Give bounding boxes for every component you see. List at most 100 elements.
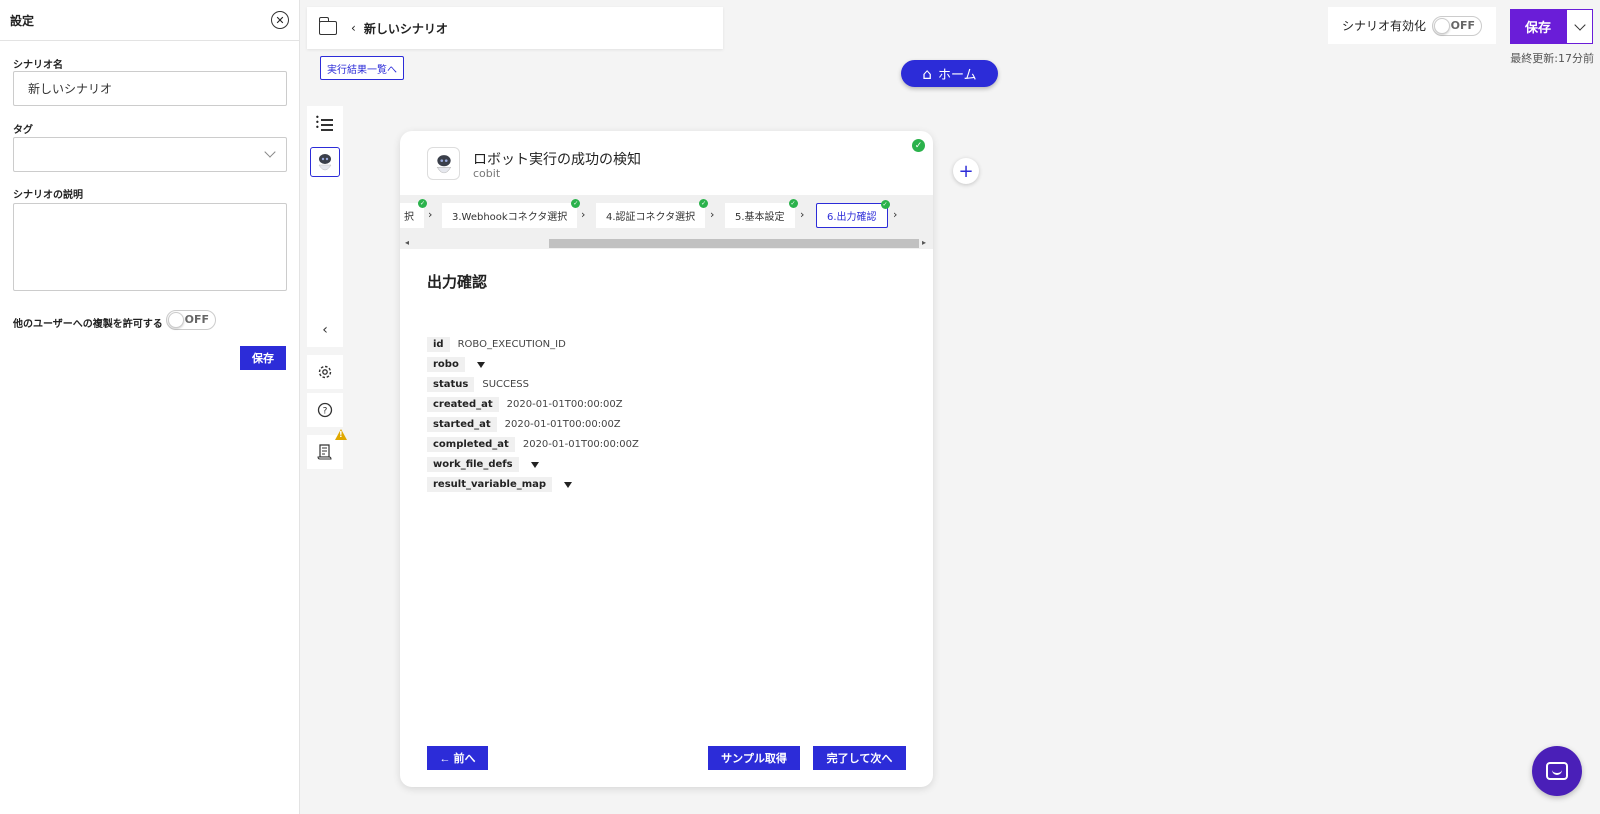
side-toolbar <box>307 106 343 346</box>
scenario-enable: シナリオ有効化 OFF <box>1328 7 1496 44</box>
field-key: result_variable_map <box>427 477 553 492</box>
field-value: 2020-01-01T00:00:00Z <box>522 439 639 450</box>
chevron-right-icon: › <box>428 208 433 221</box>
enable-toggle[interactable]: OFF <box>1432 16 1482 36</box>
caret-down-icon[interactable] <box>564 481 573 488</box>
save-split-button: 保存 <box>1510 9 1593 44</box>
settings-save-button[interactable]: 保存 <box>240 346 286 370</box>
list-icon <box>315 115 333 131</box>
gear-icon <box>318 365 332 379</box>
settings-button[interactable] <box>307 355 343 389</box>
step-label: 5.基本設定 <box>735 212 785 223</box>
chevron-left-icon: ‹ <box>322 322 328 338</box>
step-item[interactable]: 択 ✓ <box>400 199 427 228</box>
field-key: completed_at <box>427 437 515 452</box>
home-button[interactable]: ⌂ ホーム <box>901 60 998 87</box>
scenario-name-input[interactable] <box>13 71 287 106</box>
scroll-right-icon[interactable]: ▸ <box>922 238 926 247</box>
field-key: status <box>427 377 475 392</box>
field-row: started_at 2020-01-01T00:00:00Z <box>427 417 621 432</box>
chevron-right-icon: › <box>800 208 805 221</box>
close-icon[interactable]: ✕ <box>271 11 289 29</box>
folder-icon[interactable] <box>318 17 337 35</box>
field-row[interactable]: robo <box>427 357 485 372</box>
field-row: created_at 2020-01-01T00:00:00Z <box>427 397 623 412</box>
toggle-knob <box>168 312 184 328</box>
step-card: ✓ ロボット実行の成功の検知 cobit 択 ✓ › 3.Webhookコネクタ… <box>400 131 933 787</box>
output-heading: 出力確認 <box>427 273 488 291</box>
chevron-down-icon <box>264 146 276 158</box>
field-row[interactable]: work_file_defs <box>427 457 539 472</box>
toggle-state: OFF <box>1450 19 1475 32</box>
field-row: id ROBO_EXECUTION_ID <box>427 337 566 352</box>
field-row: status SUCCESS <box>427 377 529 392</box>
chevron-right-icon: › <box>710 208 715 221</box>
step-label: 6.出力確認 <box>827 212 877 223</box>
scenario-title: 新しいシナリオ <box>363 21 448 36</box>
save-options-button[interactable] <box>1566 9 1593 44</box>
check-icon: ✓ <box>571 199 581 208</box>
step-item-active[interactable]: 6.出力確認 ✓ <box>816 200 890 228</box>
field-row[interactable]: result_variable_map <box>427 477 573 492</box>
warning-icon <box>335 429 347 440</box>
step-label: 3.Webhookコネクタ選択 <box>452 212 568 223</box>
field-key: created_at <box>427 397 499 412</box>
description-textarea[interactable] <box>13 203 287 291</box>
robot-step-thumb[interactable] <box>310 147 340 177</box>
chevron-right-icon: › <box>893 208 898 221</box>
field-value: 2020-01-01T00:00:00Z <box>504 419 621 430</box>
chat-button[interactable] <box>1532 746 1582 796</box>
tag-select[interactable] <box>13 137 287 172</box>
step-item[interactable]: 5.基本設定 ✓ <box>725 199 798 228</box>
field-key: work_file_defs <box>427 457 519 472</box>
results-list-link[interactable]: 実行結果一覧へ <box>320 56 404 80</box>
field-key: started_at <box>427 417 497 432</box>
caret-down-icon[interactable] <box>476 361 485 368</box>
plus-icon: + <box>958 160 974 182</box>
fetch-sample-button[interactable]: サンプル取得 <box>708 746 800 770</box>
chat-icon <box>1546 762 1568 780</box>
chevron-down-icon <box>1573 18 1586 31</box>
caret-down-icon[interactable] <box>530 461 539 468</box>
help-button[interactable]: ? <box>307 393 343 427</box>
check-icon: ✓ <box>699 199 709 208</box>
document-icon <box>317 444 332 460</box>
scroll-thumb[interactable] <box>549 239 919 248</box>
allow-copy-toggle[interactable]: OFF <box>166 310 216 330</box>
check-icon: ✓ <box>788 199 798 208</box>
step-label: 4.認証コネクタ選択 <box>606 212 696 223</box>
toggle-knob <box>1434 18 1450 34</box>
complete-next-button[interactable]: 完了して次へ <box>813 746 906 770</box>
settings-title: 設定 <box>10 13 35 28</box>
step-label: 択 <box>404 212 414 223</box>
description-label: シナリオの説明 <box>13 190 83 201</box>
last-updated: 最終更新:17分前 <box>1510 52 1594 65</box>
home-icon: ⌂ <box>922 64 932 83</box>
check-icon: ✓ <box>880 200 890 209</box>
robot-icon <box>436 154 451 173</box>
card-title: ロボット実行の成功の検知 <box>473 152 641 168</box>
field-key: robo <box>427 357 465 372</box>
toggle-state: OFF <box>184 313 209 326</box>
log-button[interactable] <box>307 435 343 469</box>
add-step-button[interactable]: + <box>953 158 979 184</box>
prev-button[interactable]: ← 前へ <box>427 746 488 770</box>
field-value: 2020-01-01T00:00:00Z <box>506 399 623 410</box>
home-label: ホーム <box>937 68 977 83</box>
check-icon: ✓ <box>912 139 925 152</box>
scenario-name-label: シナリオ名 <box>13 60 63 71</box>
scroll-left-icon[interactable]: ◂ <box>405 238 409 247</box>
chevron-left-icon[interactable]: ‹ <box>351 21 356 35</box>
field-row: completed_at 2020-01-01T00:00:00Z <box>427 437 639 452</box>
collapse-button[interactable]: ‹ <box>307 313 343 347</box>
save-button[interactable]: 保存 <box>1510 9 1566 44</box>
enable-label: シナリオ有効化 <box>1342 19 1427 33</box>
card-subtitle: cobit <box>473 167 501 180</box>
list-button[interactable] <box>307 108 343 142</box>
field-value: ROBO_EXECUTION_ID <box>457 339 566 350</box>
step-item[interactable]: 3.Webhookコネクタ選択 ✓ <box>442 199 581 228</box>
settings-panel: 設定 ✕ シナリオ名 タグ シナリオの説明 他のユーザーへの複製を許可する OF… <box>0 0 300 814</box>
robot-icon <box>318 154 332 171</box>
step-item[interactable]: 4.認証コネクタ選択 ✓ <box>596 199 709 228</box>
help-icon: ? <box>317 402 333 418</box>
